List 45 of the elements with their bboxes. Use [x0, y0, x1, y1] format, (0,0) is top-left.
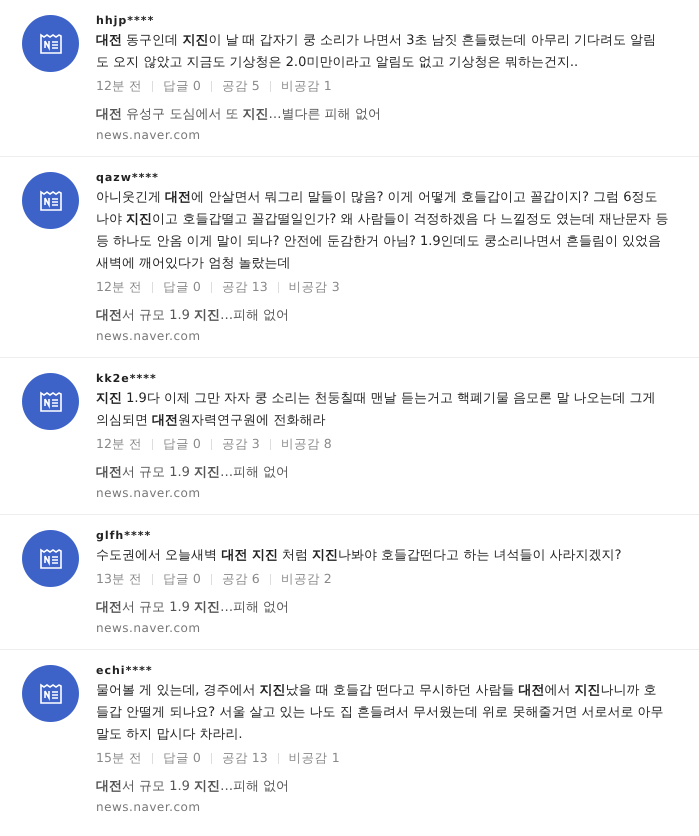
comment-text: 아니웃긴게 대전에 안살면서 뭐그리 말들이 많음? 이게 어떻게 호들갑이고 꼴갑이지? 그럼 6정도 나야 지진이고 호들갑떨고 꼴갑떨일인가? 왜 사람들이 걱정하겠음 다 느낄정도 였는데 재난문자 등등 하나도 안옴 이게 말이 되나? 안전에 둔감한거 아님? 1.9인데도 쿵소리나면서 흔들림이 있었음 새벽에 깨어있다가 엄청 놀랐는데	[96, 189, 669, 273]
news-link[interactable]: 대전서 규모 1.9 지진…피해 없어	[96, 463, 669, 483]
like-count[interactable]: 공감 6	[222, 568, 260, 590]
comment-text: 대전 동구인데 지진이 날 때 갑자기 쿵 소리가 나면서 3초 남짓 흔들렸는데 아무리 기다려도 알림도 오지 않았고 지금도 기상청은 2.0미만이라고 알림도 없고 기상청은 뭐하는건지..	[96, 32, 658, 72]
news-link[interactable]: 대전서 규모 1.9 지진…피해 없어	[96, 598, 669, 618]
dislike-count[interactable]: 비공감 8	[280, 433, 332, 455]
news-source: news.naver.com	[96, 485, 202, 502]
like-count[interactable]: 공감 13	[222, 276, 268, 298]
dislike-count[interactable]: 비공감 1	[288, 747, 340, 769]
news-source: news.naver.com	[96, 620, 202, 637]
username: kk2e****	[96, 371, 158, 387]
news-link[interactable]: 대전서 규모 1.9 지진…피해 없어	[96, 777, 669, 797]
comment-text: 지진 1.9다 이제 그만 자자 쿵 소리는 천둥칠때 맨날 듣는거고 핵폐기물 음모론 말 나오는데 그게 의심되면 대전원자력연구원에 전화해라	[96, 390, 657, 430]
like-count[interactable]: 공감 5	[222, 75, 260, 97]
comment-time: 12분 전	[96, 77, 142, 95]
news-icon	[38, 390, 62, 412]
reply-count[interactable]: 답글 0	[162, 747, 201, 769]
username: echi****	[96, 663, 154, 679]
reply-count[interactable]: 답글 0	[162, 568, 201, 590]
news-link[interactable]: 대전 유성구 도심에서 또 지진…별다른 피해 없어	[96, 105, 669, 125]
comment-time: 13분 전	[96, 570, 142, 588]
like-count[interactable]: 공감 13	[222, 747, 268, 769]
comment-time: 12분 전	[96, 278, 142, 296]
username: glfh****	[96, 528, 152, 544]
dislike-count[interactable]: 비공감 2	[280, 568, 332, 590]
comment-time: 15분 전	[96, 749, 142, 767]
news-link[interactable]: 대전서 규모 1.9 지진…피해 없어	[96, 306, 669, 326]
like-count[interactable]: 공감 3	[222, 433, 260, 455]
news-source: news.naver.com	[96, 328, 202, 345]
news-icon	[38, 682, 62, 704]
news-icon	[38, 32, 62, 54]
news-icon	[38, 548, 62, 570]
reply-count[interactable]: 답글 0	[162, 75, 201, 97]
username: qazw****	[96, 170, 160, 186]
comment-time: 12분 전	[96, 435, 142, 453]
reply-count[interactable]: 답글 0	[162, 276, 201, 298]
comment-text: 물어볼 게 있는데, 경주에서 지진났을 때 호들갑 떤다고 무시하던 사람들 대전에서 지진나니까 호들갑 안떨게 되나요? 서울 살고 있는 나도 집 흔들려서 무서웠는데 위로 못해줄거면 서로서로 아무 말도 하지 맙시다 차라리.	[96, 682, 665, 744]
comment-text: 수도권에서 오늘새벽 대전 지진 처럼 지진나봐야 호들갑떤다고 하는 녀석들이 사라지겠지?	[96, 547, 622, 565]
news-icon	[38, 190, 62, 212]
news-source: news.naver.com	[96, 127, 202, 144]
username: hhjp****	[96, 13, 156, 29]
reply-count[interactable]: 답글 0	[162, 433, 201, 455]
dislike-count[interactable]: 비공감 1	[280, 75, 332, 97]
dislike-count[interactable]: 비공감 3	[288, 276, 340, 298]
news-source: news.naver.com	[96, 799, 202, 816]
